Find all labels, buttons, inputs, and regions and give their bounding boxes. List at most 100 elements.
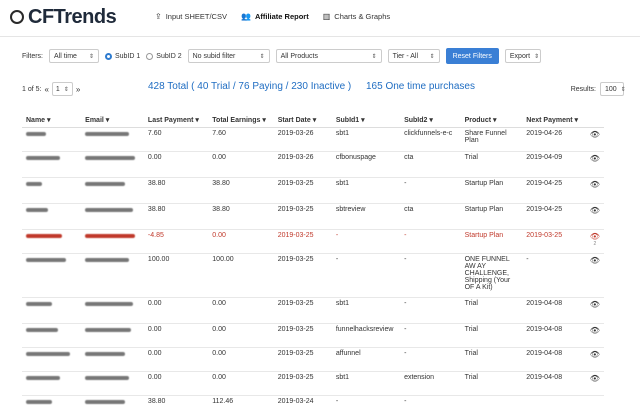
cell-subid2: - [400, 177, 461, 204]
redacted-email [85, 376, 130, 380]
products-select[interactable]: All Products ⇕ [275, 49, 382, 63]
chevron-down-icon: ⇕ [371, 53, 377, 60]
view-eye-icon[interactable]: 👁 [590, 256, 600, 265]
cell-subid1: - [331, 229, 401, 254]
results-select[interactable]: 100 ⇕ [600, 82, 626, 96]
table-row[interactable]: 38.80 38.80 2019-03-25 sbt1- Startup Plan 201… [22, 177, 604, 204]
subid1-radio[interactable]: SubID 1 [105, 52, 140, 60]
col-email[interactable]: Email ▾ [81, 113, 144, 128]
cell-email [81, 395, 144, 420]
cell-last-payment: -4.85 [143, 229, 209, 254]
cell-name [22, 347, 82, 372]
cell-actions: 👁 [585, 177, 604, 204]
view-eye-icon[interactable]: 👁 [590, 374, 600, 383]
cell-subid2: - [400, 323, 461, 348]
cell-total-earnings: 112.46 [208, 395, 274, 420]
brand-logo[interactable]: CFTrends [10, 6, 117, 28]
table-row[interactable]: 0.00 0.00 2019-03-25 funnelhacksreview - Tria… [22, 323, 604, 348]
view-eye-icon[interactable]: 👁 [590, 300, 600, 309]
col-name[interactable]: Name ▾ [22, 113, 82, 128]
redacted-email [85, 258, 130, 262]
table-row[interactable]: 38.80 38.80 2019-03-25 sbtreview cta Startup … [22, 203, 604, 230]
redacted-name [26, 302, 52, 306]
cell-total-earnings: 0.00 [208, 371, 274, 396]
nav-affiliate-report[interactable]: 👥 Affiliate Report [241, 12, 309, 21]
cell-actions: 👁 [585, 127, 604, 152]
table-row[interactable]: 100.00 100.00 2019-03-25- - ONE FUNNEL AW AY… [22, 253, 604, 298]
col-subid2[interactable]: SubId2 ▾ [400, 113, 461, 128]
nav-charts[interactable]: ▥ Charts & Graphs [323, 12, 390, 21]
cell-start-date: 2019-03-25 [273, 253, 332, 298]
cell-start-date: 2019-03-25 [273, 323, 332, 348]
col-next-payment[interactable]: Next Payment ▾ [522, 113, 586, 128]
cell-total-earnings: 7.60 [208, 127, 274, 152]
cell-product: Trial [460, 323, 523, 348]
col-last-payment[interactable]: Last Payment ▾ [143, 113, 209, 128]
logo-mark-icon [10, 10, 24, 24]
cell-next-payment: 2019-04-25 [522, 203, 586, 230]
upload-icon: ⇪ [155, 12, 162, 21]
nav-input-sheet[interactable]: ⇪ Input SHEET/CSV [155, 12, 227, 21]
col-product[interactable]: Product ▾ [460, 113, 523, 128]
cell-start-date: 2019-03-26 [273, 127, 332, 152]
row-extra-count: 2 [593, 241, 597, 247]
reset-filters-button[interactable]: Reset Filters [445, 48, 499, 64]
view-eye-icon[interactable]: 👁 [590, 130, 600, 139]
table-row[interactable]: 0.00 0.00 2019-03-25 sbt1 extension Trial 2019… [22, 371, 604, 396]
view-eye-icon[interactable]: 👁 [590, 350, 600, 359]
view-eye-icon[interactable]: 👁 [590, 154, 600, 163]
view-eye-icon[interactable]: 👁 [590, 180, 600, 189]
redacted-email [85, 234, 136, 238]
cell-email [81, 177, 144, 204]
cell-email [81, 229, 144, 254]
table-row[interactable]: 0.00 0.00 2019-03-25 affunnel - Trial 2019-04-… [22, 347, 604, 372]
subid2-radio[interactable]: SubID 2 [146, 52, 182, 60]
redacted-name [26, 400, 52, 404]
table-row[interactable]: 38.80 112.46 2019-03-24- - [22, 395, 604, 420]
nav-label: Affiliate Report [254, 12, 309, 21]
page-select[interactable]: 1 ⇕ [51, 82, 73, 96]
cell-next-payment: 2019-04-08 [522, 323, 586, 348]
col-start-date[interactable]: Start Date ▾ [273, 113, 332, 128]
products-value: All Products [280, 52, 318, 60]
view-eye-icon[interactable]: 👁 [590, 326, 600, 335]
first-page-icon[interactable]: « [44, 85, 48, 94]
cell-actions: 👁 [585, 203, 604, 230]
table-row[interactable]: 0.00 0.00 2019-03-25 sbt1- Trial 2019-04-08 👁 [22, 297, 604, 324]
tier-select[interactable]: Tier - All ⇕ [387, 49, 440, 63]
export-select[interactable]: Export ⇕ [504, 49, 541, 63]
cell-total-earnings: 0.00 [208, 151, 274, 178]
subid-filter-select[interactable]: No subid filter ⇕ [187, 49, 270, 63]
redacted-email [85, 156, 136, 160]
cell-subid2: - [400, 253, 461, 298]
cell-next-payment: 2019-04-08 [522, 347, 586, 372]
cell-subid1: cfbonuspage [331, 151, 401, 178]
cell-total-earnings: 0.00 [208, 323, 274, 348]
cell-actions: 👁 [585, 151, 604, 178]
time-select[interactable]: All time ⇕ [49, 49, 99, 63]
cell-email [81, 203, 144, 230]
chevron-down-icon: ⇕ [429, 53, 435, 60]
col-subid1[interactable]: SubId1 ▾ [331, 113, 401, 128]
col-total-earnings[interactable]: Total Earnings ▾ [208, 113, 274, 128]
redacted-email [85, 182, 126, 186]
table-row[interactable]: 0.00 0.00 2019-03-26 cfbonuspage cta Trial 201… [22, 151, 604, 178]
cell-product: Startup Plan [460, 229, 523, 254]
cell-email [81, 347, 144, 372]
last-page-icon[interactable]: » [76, 85, 80, 94]
cell-name [22, 151, 82, 178]
chevron-down-icon: ⇕ [534, 53, 540, 60]
filters-label: Filters: [22, 52, 43, 60]
view-eye-icon[interactable]: 👁 [590, 206, 600, 215]
table-row[interactable]: -4.85 0.00 2019-03-25- - Startup Plan 2019-03… [22, 229, 604, 254]
cell-subid2: cta [400, 151, 461, 178]
cell-actions [585, 395, 604, 420]
cell-email [81, 253, 144, 298]
cell-last-payment: 38.80 [143, 203, 209, 230]
view-eye-icon[interactable]: 👁 [590, 232, 600, 241]
cell-subid1: sbt1 [331, 371, 401, 396]
cell-name [22, 229, 82, 254]
cell-total-earnings: 0.00 [208, 297, 274, 324]
table-row[interactable]: 7.60 7.60 2019-03-26 sbt1 clickfunnels-e-c Sh… [22, 127, 604, 152]
results-label: Results: [570, 85, 596, 93]
